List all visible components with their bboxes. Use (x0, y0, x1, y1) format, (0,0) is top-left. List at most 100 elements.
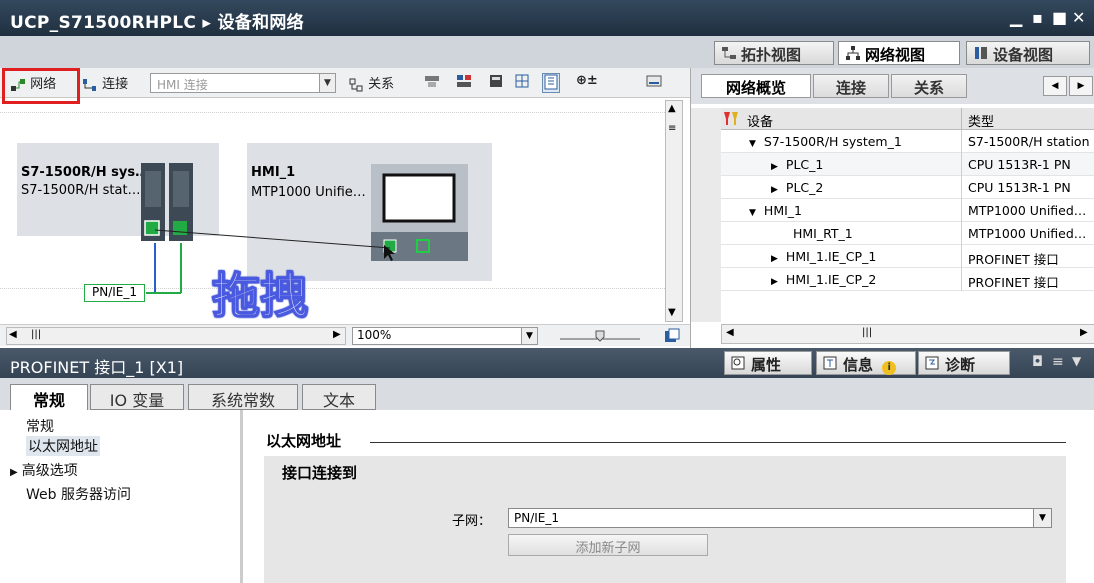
connect-button[interactable]: 连接 (82, 73, 128, 93)
close-button[interactable]: ✕ (1072, 8, 1085, 27)
device-type: PROFINET 接口 (961, 268, 1094, 291)
scroll-right-icon[interactable]: ▶ (1069, 76, 1093, 96)
expand-icon[interactable]: ▼ (749, 139, 756, 149)
expand-icon[interactable]: ▶ (771, 162, 778, 172)
device-type: CPU 1513R-1 PN (961, 176, 1094, 199)
hmi-select-value: HMI 连接 (157, 78, 208, 92)
layout-icon (515, 74, 529, 88)
scroll-left-icon[interactable]: ◀ (9, 329, 17, 340)
scroll-left-icon[interactable]: ◀ (1043, 76, 1067, 96)
name-display-button[interactable] (424, 73, 440, 93)
column-device[interactable]: 设备 (747, 111, 773, 130)
nav-label: 高级选项 (21, 463, 78, 479)
table-icon (490, 75, 502, 87)
section-title: 以太网地址 (266, 432, 342, 450)
chevron-down-icon[interactable]: ▼ (319, 74, 335, 92)
overview-horizontal-scrollbar[interactable]: ◀ ||| ▶ (721, 324, 1094, 344)
nav-item-ethernet-address[interactable]: 以太网地址 (26, 436, 100, 456)
relation-button[interactable]: 关系 (348, 73, 394, 93)
tab-info[interactable]: 信息 i (816, 351, 916, 375)
device-type: S7-1500R/H station (961, 130, 1094, 153)
network-canvas[interactable]: S7-1500R/H sys… S7-1500R/H stat… HMI_1 M… (0, 98, 683, 325)
zoom-select[interactable]: 100% ▼ (352, 327, 538, 345)
window-title: UCP_S71500RHPLC ▸ 设备和网络 (10, 13, 304, 33)
canvas-vertical-scrollbar[interactable]: ▲ ≡ ▼ (665, 100, 683, 322)
subtab-general[interactable]: 常规 (10, 384, 88, 410)
chevron-down-icon[interactable]: ▼ (1033, 509, 1051, 527)
grid-button[interactable] (456, 73, 472, 93)
expand-icon[interactable]: ▶ (771, 254, 778, 264)
table-row[interactable]: ▶ PLC_2 CPU 1513R-1 PN (721, 176, 1094, 199)
interface-connected-group: 接口连接到 子网： PN/IE_1 ▼ 添加新子网 (264, 456, 1066, 583)
expand-icon[interactable]: ▶ (771, 277, 778, 287)
zoom-slider[interactable] (560, 329, 640, 343)
scroll-down-icon[interactable]: ▼ (668, 307, 676, 318)
panel-float-button[interactable]: ◘ (1032, 354, 1043, 370)
nav-item-web-server[interactable]: Web 服务器访问 (26, 484, 131, 504)
table-row[interactable]: ▶ HMI_1.IE_CP_2 PROFINET 接口 (721, 268, 1094, 291)
subnet-select[interactable]: PN/IE_1 ▼ (508, 508, 1052, 528)
group-title: 接口连接到 (282, 464, 358, 482)
table-row[interactable]: ▶ PLC_1 CPU 1513R-1 PN (721, 153, 1094, 176)
tab-label: 诊断 (945, 356, 976, 374)
device-name: HMI_RT_1 (793, 226, 853, 241)
nav-item-general[interactable]: 常规 (26, 416, 54, 436)
tab-properties[interactable]: 属性 (724, 351, 812, 375)
network-view-icon (846, 46, 860, 60)
scroll-thumb-icon[interactable]: ≡ (668, 123, 676, 134)
drag-annotation: 拖拽 (211, 267, 309, 325)
view-tab-bar: 拓扑视图 网络视图 设备视图 (0, 36, 1094, 68)
tab-network-view[interactable]: 网络视图 (838, 41, 960, 65)
table-button[interactable] (488, 73, 504, 93)
nav-item-advanced-options[interactable]: ▶ 高级选项 (10, 460, 78, 480)
inspector-nav: 常规 以太网地址 ▶ 高级选项 Web 服务器访问 (0, 410, 243, 583)
subnet-label[interactable]: PN/IE_1 (84, 284, 145, 302)
subtab-texts[interactable]: 文本 (302, 384, 376, 410)
float-button[interactable]: ▪ (1032, 8, 1043, 27)
column-type[interactable]: 类型 (961, 108, 1000, 130)
zoom-icon: ⊕± (576, 73, 598, 88)
page-button[interactable] (542, 73, 560, 93)
tab-device-view[interactable]: 设备视图 (966, 41, 1090, 65)
expand-icon[interactable]: ▶ (10, 467, 18, 478)
scroll-up-icon[interactable]: ▲ (668, 103, 676, 114)
device-type: PROFINET 接口 (961, 245, 1094, 268)
scroll-thumb-icon[interactable]: ||| (31, 329, 41, 340)
tab-diagnostics[interactable]: 诊断 (918, 351, 1010, 375)
maximize-button[interactable]: ■ (1052, 8, 1067, 27)
chevron-down-icon[interactable]: ▼ (521, 328, 537, 344)
panel-menu-button[interactable]: ≡ (1052, 354, 1064, 370)
table-row[interactable]: HMI_RT_1 MTP1000 Unified… (721, 222, 1094, 245)
tab-connections[interactable]: 连接 (813, 74, 889, 98)
table-row[interactable]: ▼ S7-1500R/H system_1 S7-1500R/H station (721, 130, 1094, 153)
scroll-left-icon[interactable]: ◀ (726, 327, 734, 338)
tab-relations[interactable]: 关系 (891, 74, 967, 98)
expand-icon[interactable]: ▼ (749, 208, 756, 218)
expand-icon[interactable]: ▶ (771, 185, 778, 195)
subnet-value: PN/IE_1 (514, 511, 560, 525)
subtab-system-constants[interactable]: 系统常数 (188, 384, 298, 410)
add-subnet-button[interactable]: 添加新子网 (508, 534, 708, 556)
filter-icon[interactable] (723, 111, 739, 127)
connect-icon (83, 78, 96, 91)
export-button[interactable] (646, 73, 662, 93)
tab-network-overview[interactable]: 网络概览 (701, 74, 811, 98)
section-divider (370, 442, 1066, 443)
hmi-connection-select[interactable]: HMI 连接 ▼ (150, 73, 336, 93)
zoom-button[interactable]: ⊕± (576, 73, 598, 93)
canvas-horizontal-scrollbar[interactable]: ◀ ||| ▶ (6, 327, 346, 345)
layout-button[interactable] (514, 73, 530, 93)
topology-icon (722, 47, 736, 59)
subtab-io-tags[interactable]: IO 变量 (90, 384, 184, 410)
overview-navigator-icon[interactable] (664, 328, 680, 344)
minimize-button[interactable]: ▁ (1010, 8, 1022, 27)
tab-topology-view[interactable]: 拓扑视图 (714, 41, 834, 65)
subnet-field-label: 子网： (452, 514, 492, 529)
scroll-thumb-icon[interactable]: ||| (862, 327, 872, 338)
scroll-right-icon[interactable]: ▶ (333, 329, 341, 340)
scroll-right-icon[interactable]: ▶ (1080, 327, 1088, 338)
table-row[interactable]: ▼ HMI_1 MTP1000 Unified… (721, 199, 1094, 222)
export-icon (646, 75, 662, 87)
table-row[interactable]: ▶ HMI_1.IE_CP_1 PROFINET 接口 (721, 245, 1094, 268)
panel-collapse-button[interactable]: ▼ (1072, 354, 1081, 368)
